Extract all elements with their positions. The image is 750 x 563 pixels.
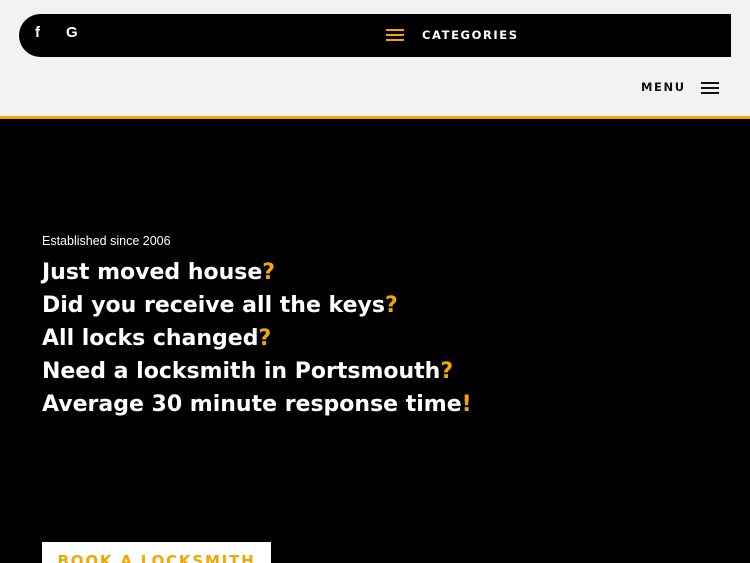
established-text: Established since 2006 [42, 234, 171, 248]
hamburger-icon [700, 82, 719, 95]
headline-mark: ! [461, 392, 472, 417]
headline-mark: ? [440, 359, 454, 384]
site-header: f G CATEGORIES MENU [0, 0, 750, 116]
hero-headline: Just moved house? Did you receive all th… [42, 256, 472, 421]
google-icon[interactable]: G [66, 24, 78, 42]
headline-line: Did you receive all the keys? [42, 289, 472, 322]
top-bar: f G CATEGORIES [19, 14, 731, 57]
facebook-icon[interactable]: f [35, 24, 40, 42]
categories-label: CATEGORIES [422, 28, 519, 42]
hero-section: Established since 2006 Just moved house?… [0, 119, 750, 563]
headline-line: Average 30 minute response time! [42, 388, 472, 421]
headline-text: Average 30 minute response time [42, 392, 462, 417]
headline-line: Just moved house? [42, 256, 472, 289]
headline-text: All locks changed [42, 326, 259, 351]
hamburger-icon [386, 28, 404, 42]
book-locksmith-button[interactable]: BOOK A LOCKSMITH [42, 542, 271, 563]
menu-button[interactable]: MENU [641, 79, 719, 95]
headline-line: All locks changed? [42, 322, 472, 355]
headline-mark: ? [262, 260, 276, 285]
headline-text: Just moved house [42, 260, 263, 285]
menu-label: MENU [641, 80, 686, 94]
categories-button[interactable]: CATEGORIES [386, 28, 519, 42]
headline-mark: ? [258, 326, 272, 351]
headline-text: Did you receive all the keys [42, 293, 385, 318]
headline-text: Need a locksmith in Portsmouth [42, 359, 441, 384]
headline-line: Need a locksmith in Portsmouth? [42, 355, 472, 388]
headline-mark: ? [384, 293, 398, 318]
